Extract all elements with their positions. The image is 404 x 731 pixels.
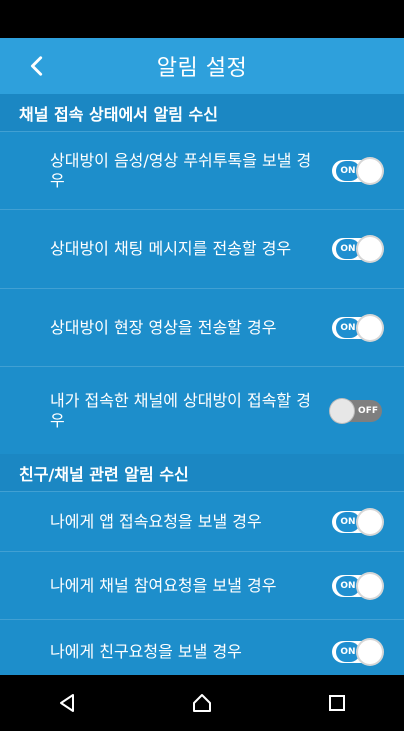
setting-label: 상대방이 현장 영상을 전송할 경우 [50, 317, 277, 337]
setting-row-channel-join-request[interactable]: 나에게 채널 참여요청을 보낼 경우 ON [0, 551, 404, 619]
toggle-switch[interactable]: ON [332, 315, 382, 340]
setting-row-friend-request[interactable]: 나에게 친구요청을 보낼 경우 ON [0, 619, 404, 675]
toggle-state: ON [336, 511, 360, 532]
toggle-switch[interactable]: ON [332, 509, 382, 534]
page-title: 알림 설정 [156, 56, 248, 81]
home-icon [192, 694, 211, 712]
toggle-switch[interactable]: ON [332, 237, 382, 261]
toggle-state: ON [336, 317, 360, 338]
status-bar [0, 0, 404, 38]
setting-label: 상대방이 채팅 메시지를 전송할 경우 [50, 239, 292, 258]
system-nav-bar [0, 675, 404, 731]
toggle-switch[interactable]: OFF [330, 398, 382, 423]
back-button[interactable] [24, 53, 50, 79]
app-bar: 알림 설정 [0, 38, 404, 94]
setting-label: 나에게 채널 참여요청을 보낼 경우 [50, 575, 277, 595]
toggle-thumb [358, 315, 382, 340]
toggle-thumb [358, 509, 382, 534]
setting-row-voice-video-ptt[interactable]: 상대방이 음성/영상 푸쉬투톡을 보낼 경우 ON [0, 131, 404, 209]
toggle-switch[interactable]: ON [332, 573, 382, 598]
toggle-switch[interactable]: ON [332, 639, 382, 664]
nav-back-button[interactable] [35, 683, 99, 723]
toggle-state: ON [336, 239, 360, 259]
setting-label: 내가 접속한 채널에 상대방이 접속할 경우 [50, 390, 311, 430]
toggle-thumb [358, 573, 382, 598]
recents-square-icon [328, 695, 345, 711]
section-header-friend-channel: 친구/채널 관련 알림 수신 [0, 454, 404, 491]
setting-row-live-video[interactable]: 상대방이 현장 영상을 전송할 경우 ON [0, 288, 404, 366]
back-triangle-icon [60, 694, 75, 712]
toggle-state: ON [336, 575, 360, 596]
setting-label: 상대방이 음성/영상 푸쉬투톡을 보낼 경우 [50, 150, 312, 190]
toggle-state: ON [336, 160, 360, 181]
toggle-state: OFF [358, 405, 378, 416]
toggle-thumb [358, 237, 382, 261]
toggle-thumb [358, 639, 382, 664]
setting-label: 나에게 앱 접속요청을 보낼 경우 [50, 511, 262, 531]
setting-row-peer-join-channel[interactable]: 내가 접속한 채널에 상대방이 접속할 경우 OFF [0, 366, 404, 454]
nav-recents-button[interactable] [305, 683, 369, 723]
settings-list[interactable]: 채널 접속 상태에서 알림 수신 상대방이 음성/영상 푸쉬투톡을 보낼 경우 … [0, 94, 404, 675]
setting-label: 나에게 친구요청을 보낼 경우 [50, 641, 242, 661]
toggle-thumb [330, 398, 354, 423]
setting-row-app-access-request[interactable]: 나에게 앱 접속요청을 보낼 경우 ON [0, 491, 404, 551]
toggle-state: ON [336, 641, 360, 662]
setting-row-chat-message[interactable]: 상대방이 채팅 메시지를 전송할 경우 ON [0, 209, 404, 288]
toggle-switch[interactable]: ON [332, 158, 382, 183]
chevron-left-icon [30, 56, 43, 76]
section-header-channel: 채널 접속 상태에서 알림 수신 [0, 94, 404, 131]
nav-home-button[interactable] [170, 683, 234, 723]
toggle-thumb [358, 158, 382, 183]
